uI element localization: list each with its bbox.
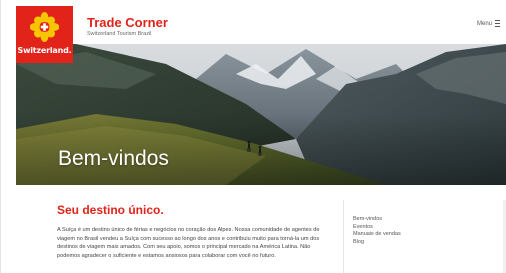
hero-banner: Bem-vindos	[16, 44, 506, 185]
intro-paragraph: A Suíça é um destino único de férias e n…	[57, 227, 320, 259]
swiss-cross-flower-icon	[30, 12, 59, 42]
section-heading: Seu destino único.	[57, 203, 164, 217]
side-nav-item-blog[interactable]: Blog	[353, 239, 401, 247]
side-nav-item-manuais-de-vendas[interactable]: Manuais de vendas	[353, 231, 401, 239]
site-subtitle: Switzerland Tourism Brazil	[87, 31, 152, 37]
side-navigation: Bem-vindos Eventos Manuais de vendas Blo…	[353, 216, 401, 246]
site-title[interactable]: Trade Corner	[87, 15, 168, 30]
column-divider	[343, 200, 344, 273]
side-nav-item-eventos[interactable]: Eventos	[353, 224, 401, 232]
logo-wordmark: Switzerland.	[17, 46, 72, 55]
menu-button[interactable]: Menu	[477, 20, 500, 27]
hero-title: Bem-vindos	[58, 147, 169, 170]
hamburger-icon	[495, 20, 500, 27]
main-content: Seu destino único. A Suíça é um destino …	[57, 203, 327, 260]
menu-label: Menu	[476, 20, 492, 27]
switzerland-logo[interactable]: Switzerland.	[16, 6, 73, 63]
side-nav-item-bem-vindos[interactable]: Bem-vindos	[353, 216, 401, 224]
